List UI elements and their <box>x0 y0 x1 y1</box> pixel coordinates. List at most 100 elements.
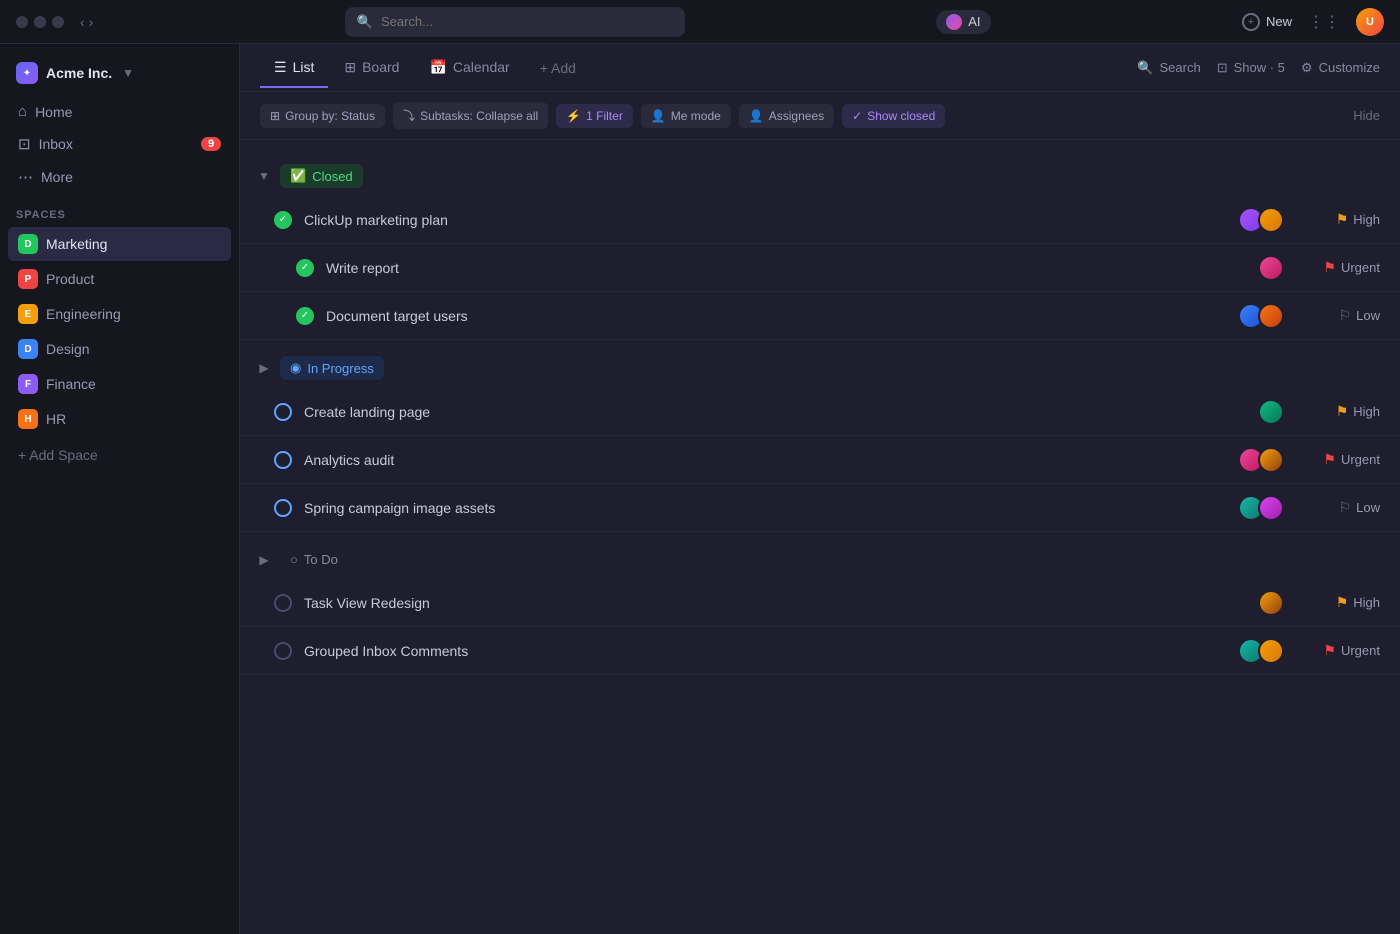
tab-calendar-label: Calendar <box>453 59 510 75</box>
task-row[interactable]: ⋮⋮ Create landing page ⚑ High <box>240 388 1400 436</box>
task-row[interactable]: ⋮⋮ ✓ ClickUp marketing plan ⚑ High <box>240 196 1400 244</box>
task-avatars <box>1258 590 1284 616</box>
ai-button[interactable]: AI <box>936 10 990 34</box>
grid-icon[interactable]: ⋮⋮ <box>1308 12 1340 32</box>
avatar <box>1258 207 1284 233</box>
show-action[interactable]: ⊡ Show · 5 <box>1217 60 1285 76</box>
topbar-right: + New ⋮⋮ U <box>1242 8 1384 36</box>
task-checkbox-done[interactable]: ✓ <box>296 307 314 325</box>
sidebar-item-more[interactable]: ⋯ More <box>8 161 231 193</box>
tab-calendar[interactable]: 📅 Calendar <box>415 49 523 88</box>
add-tab-button[interactable]: + Add <box>526 50 590 86</box>
task-avatars <box>1238 495 1284 521</box>
user-avatar[interactable]: U <box>1356 8 1384 36</box>
nav-arrows: ‹ › <box>80 14 93 30</box>
back-arrow[interactable]: ‹ <box>80 14 85 30</box>
space-item-product[interactable]: P Product <box>8 262 231 296</box>
space-item-engineering[interactable]: E Engineering <box>8 297 231 331</box>
filter-bar: ⊞ Group by: Status ⤵ Subtasks: Collapse … <box>240 92 1400 140</box>
tab-board[interactable]: ⊞ Board <box>330 49 413 88</box>
tl-close[interactable] <box>16 16 28 28</box>
priority-label: Urgent <box>1341 643 1380 658</box>
task-avatars <box>1238 207 1284 233</box>
space-label-engineering: Engineering <box>46 306 121 322</box>
subtasks-label: Subtasks: Collapse all <box>420 109 538 123</box>
task-row[interactable]: ⋮⋮ Spring campaign image assets ⚐ Low <box>240 484 1400 532</box>
filter-me-mode[interactable]: 👤 Me mode <box>641 104 731 128</box>
to-do-status-badge: ○ To Do <box>280 548 348 571</box>
filter-subtasks-collapse[interactable]: ⤵ Subtasks: Collapse all <box>393 102 548 129</box>
closed-check-icon: ✅ <box>290 168 306 184</box>
filter-label: 1 Filter <box>586 109 623 123</box>
task-priority: ⚑ Urgent <box>1300 259 1380 276</box>
space-label-hr: HR <box>46 411 66 427</box>
priority-label: Low <box>1356 500 1380 515</box>
search-action[interactable]: 🔍 Search <box>1137 60 1200 76</box>
sidebar-item-inbox[interactable]: ⊡ Inbox 9 <box>8 128 231 160</box>
workspace-header[interactable]: ✦ Acme Inc. ▼ <box>0 56 239 96</box>
closed-chevron-icon: ▼ <box>256 169 272 183</box>
task-row[interactable]: ⋮⋮ Grouped Inbox Comments ⚑ Urgent <box>240 627 1400 675</box>
inbox-icon: ⊡ <box>18 135 31 153</box>
task-name: Write report <box>326 260 1258 276</box>
avatar <box>1258 303 1284 329</box>
space-item-hr[interactable]: H HR <box>8 402 231 436</box>
search-input[interactable] <box>381 14 673 29</box>
group-in-progress-header[interactable]: ▶ ◉ In Progress <box>240 348 1400 388</box>
sidebar: ✦ Acme Inc. ▼ ⌂ Home ⊡ Inbox 9 ⋯ More Sp… <box>0 44 240 934</box>
priority-flag-icon: ⚑ <box>1323 642 1336 659</box>
task-avatars <box>1258 255 1284 281</box>
filter-assignees[interactable]: 👤 Assignees <box>739 104 834 128</box>
workspace-icon: ✦ <box>16 62 38 84</box>
task-row[interactable]: ✓ Write report ⚑ Urgent <box>240 244 1400 292</box>
add-space-label: + Add Space <box>18 447 98 463</box>
space-dot-engineering: E <box>18 304 38 324</box>
group-to-do-header[interactable]: ▶ ○ To Do <box>240 540 1400 579</box>
hide-button[interactable]: Hide <box>1353 108 1380 123</box>
sidebar-item-home[interactable]: ⌂ Home <box>8 96 231 127</box>
to-do-status-label: To Do <box>304 552 338 567</box>
priority-label: Low <box>1356 308 1380 323</box>
avatar <box>1258 495 1284 521</box>
forward-arrow[interactable]: › <box>89 14 94 30</box>
tl-maximize[interactable] <box>52 16 64 28</box>
to-do-icon: ○ <box>290 552 298 567</box>
customize-icon: ⚙ <box>1301 60 1313 76</box>
customize-action[interactable]: ⚙ Customize <box>1301 60 1380 76</box>
tl-minimize[interactable] <box>34 16 46 28</box>
group-closed-header[interactable]: ▼ ✅ Closed <box>240 156 1400 196</box>
in-progress-status-badge: ◉ In Progress <box>280 356 384 380</box>
group-to-do: ▶ ○ To Do ⋮⋮ Task View Redesign ⚑ <box>240 540 1400 675</box>
task-name: ClickUp marketing plan <box>304 212 1238 228</box>
new-button[interactable]: + New <box>1242 13 1292 31</box>
ai-icon <box>946 14 962 30</box>
task-priority: ⚑ Urgent <box>1300 642 1380 659</box>
global-search-bar[interactable]: 🔍 <box>345 7 685 37</box>
priority-label: High <box>1353 595 1380 610</box>
task-row[interactable]: ⋮⋮ Task View Redesign ⚑ High <box>240 579 1400 627</box>
traffic-lights <box>16 16 64 28</box>
tab-list[interactable]: ☰ List <box>260 49 328 88</box>
group-by-icon: ⊞ <box>270 109 280 123</box>
add-space-button[interactable]: + Add Space <box>0 440 239 470</box>
task-priority: ⚑ High <box>1300 211 1380 228</box>
filter-1-filter[interactable]: ⚡ 1 Filter <box>556 104 633 128</box>
task-row[interactable]: ✓ Document target users ⚐ Low <box>240 292 1400 340</box>
priority-flag-icon: ⚑ <box>1336 403 1349 420</box>
space-item-marketing[interactable]: D Marketing <box>8 227 231 261</box>
space-label-finance: Finance <box>46 376 96 392</box>
group-by-label: Group by: Status <box>285 109 375 123</box>
space-item-design[interactable]: D Design <box>8 332 231 366</box>
sidebar-more-label: More <box>41 169 73 185</box>
task-avatars <box>1238 638 1284 664</box>
new-circle-icon: + <box>1242 13 1260 31</box>
filter-group-by-status[interactable]: ⊞ Group by: Status <box>260 104 385 128</box>
filter-show-closed[interactable]: ✓ Show closed <box>842 104 945 128</box>
task-avatars <box>1258 399 1284 425</box>
home-icon: ⌂ <box>18 103 27 120</box>
task-checkbox-done[interactable]: ✓ <box>296 259 314 277</box>
space-item-finance[interactable]: F Finance <box>8 367 231 401</box>
task-priority: ⚑ High <box>1300 594 1380 611</box>
list-tab-icon: ☰ <box>274 59 287 76</box>
task-row[interactable]: ⋮⋮ Analytics audit ⚑ Urgent <box>240 436 1400 484</box>
